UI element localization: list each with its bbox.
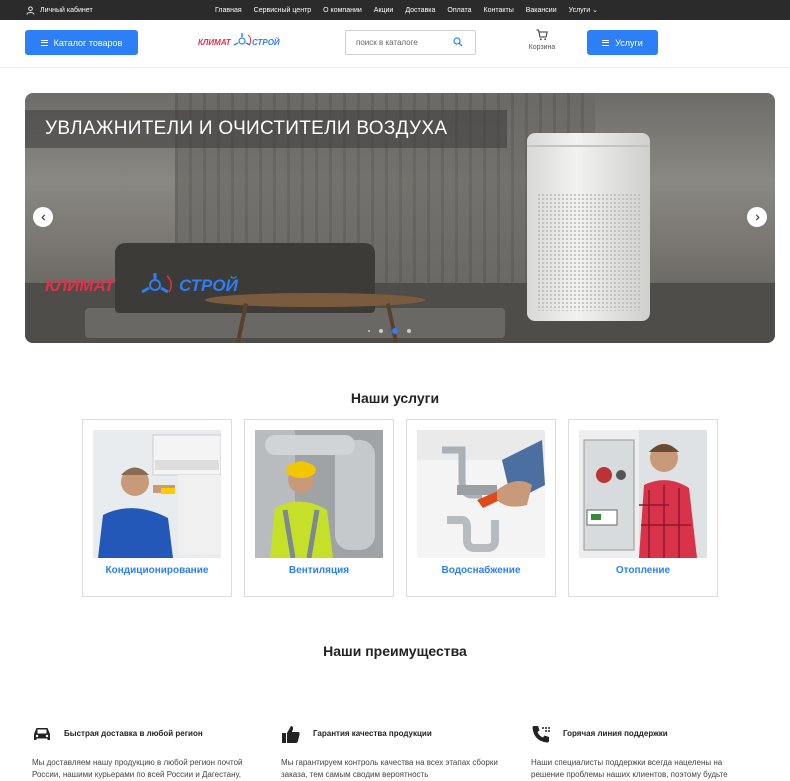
logo-text-left: КЛИМАТ bbox=[198, 38, 232, 47]
search-input[interactable] bbox=[356, 38, 456, 47]
services-title: Наши услуги bbox=[350, 390, 440, 406]
advantage-heading: Горячая линия поддержки bbox=[563, 729, 668, 738]
hero-logo: КЛИМАТ СТРОЙ bbox=[45, 273, 239, 295]
advantage-text: Мы доставляем нашу продукцию в любой рег… bbox=[32, 758, 243, 779]
logo-text-right: СТРОЙ bbox=[252, 38, 280, 47]
menu-icon bbox=[602, 38, 610, 47]
slider-prev-button[interactable] bbox=[33, 207, 53, 227]
technician-aircon-photo bbox=[93, 430, 221, 558]
logo[interactable]: КЛИМАТ СТРОЙ bbox=[198, 31, 284, 51]
menu-item-delivery[interactable]: Доставка bbox=[405, 7, 435, 14]
menu-item-about[interactable]: О компании bbox=[323, 7, 362, 14]
hero-title: УВЛАЖНИТЕЛИ И ОЧИСТИТЕЛИ ВОЗДУХА bbox=[45, 118, 448, 139]
fan-icon bbox=[233, 33, 252, 46]
cart-label: Корзина bbox=[528, 44, 556, 51]
menu-item-contacts[interactable]: Контакты bbox=[484, 7, 514, 14]
slider-dots bbox=[368, 328, 411, 334]
menu-icon bbox=[40, 38, 48, 47]
hero-slider[interactable]: УВЛАЖНИТЕЛИ И ОЧИСТИТЕЛИ ВОЗДУХА КЛИМАТ … bbox=[25, 93, 775, 343]
svg-text:СТРОЙ: СТРОЙ bbox=[179, 275, 239, 295]
air-purifier-image bbox=[527, 133, 650, 321]
slider-dot[interactable] bbox=[379, 329, 383, 333]
service-card-label: Вентиляция bbox=[288, 565, 350, 576]
user-icon bbox=[26, 5, 35, 15]
top-menu: Главная Сервисный центр О компании Акции… bbox=[215, 0, 598, 20]
header: Каталог товаров КЛИМАТ СТРОЙ Корзина Усл… bbox=[0, 20, 790, 68]
hero-title-box: УВЛАЖНИТЕЛИ И ОЧИСТИТЕЛИ ВОЗДУХА bbox=[25, 110, 507, 148]
service-card-label: Кондиционирование bbox=[105, 565, 209, 576]
slider-dot[interactable] bbox=[407, 329, 411, 333]
technician-ventilation-photo bbox=[255, 430, 383, 558]
advantages-title: Наши преимущества bbox=[323, 643, 467, 659]
advantage-heading: Гарантия качества продукции bbox=[313, 729, 432, 738]
top-bar: Личный кабинет Главная Сервисный центр О… bbox=[0, 0, 790, 20]
menu-item-vacancies[interactable]: Вакансии bbox=[526, 7, 557, 14]
slider-dot-active[interactable] bbox=[392, 328, 398, 334]
svg-text:КЛИМАТ: КЛИМАТ bbox=[45, 276, 116, 295]
menu-item-payment[interactable]: Оплата bbox=[447, 7, 471, 14]
fan-icon bbox=[141, 273, 172, 294]
account-link[interactable]: Личный кабинет bbox=[26, 0, 93, 20]
catalog-button-label: Каталог товаров bbox=[53, 37, 123, 48]
service-card-label: Отопление bbox=[615, 565, 671, 576]
cart-icon bbox=[536, 29, 548, 41]
account-label: Личный кабинет bbox=[40, 6, 93, 14]
search-icon[interactable] bbox=[453, 37, 463, 47]
phone-icon bbox=[532, 726, 550, 743]
menu-item-home[interactable]: Главная bbox=[215, 7, 242, 14]
technician-boiler-photo bbox=[579, 430, 707, 558]
menu-item-services-dropdown[interactable]: Услуги ⌄ bbox=[569, 6, 598, 14]
plumbing-photo bbox=[417, 430, 545, 558]
service-card-air-conditioning[interactable]: Кондиционирование bbox=[82, 419, 232, 597]
menu-item-promotions[interactable]: Акции bbox=[374, 7, 394, 14]
car-icon bbox=[34, 728, 50, 740]
advantage-heading: Быстрая доставка в любой регион bbox=[64, 729, 203, 738]
search-box bbox=[345, 30, 476, 55]
chevron-right-icon bbox=[755, 213, 760, 221]
services-button[interactable]: Услуги bbox=[587, 30, 658, 55]
service-card-label: Водоснабжение bbox=[441, 565, 521, 576]
thumbs-up-icon bbox=[282, 726, 300, 743]
service-card-heating[interactable]: Отопление bbox=[568, 419, 718, 597]
advantage-text: Мы гарантируем контроль качества на всех… bbox=[281, 758, 498, 779]
cart-link[interactable]: Корзина bbox=[524, 29, 560, 51]
advantage-text: Наши специалисты поддержки всегда нацеле… bbox=[531, 758, 728, 779]
service-card-ventilation[interactable]: Вентиляция bbox=[244, 419, 394, 597]
service-card-water-supply[interactable]: Водоснабжение bbox=[406, 419, 556, 597]
slider-dot[interactable] bbox=[368, 330, 370, 332]
services-button-label: Услуги bbox=[615, 37, 643, 48]
chevron-left-icon bbox=[40, 213, 45, 221]
catalog-button[interactable]: Каталог товаров bbox=[25, 30, 138, 55]
slider-next-button[interactable] bbox=[747, 207, 767, 227]
menu-item-service-center[interactable]: Сервисный центр bbox=[254, 7, 312, 14]
